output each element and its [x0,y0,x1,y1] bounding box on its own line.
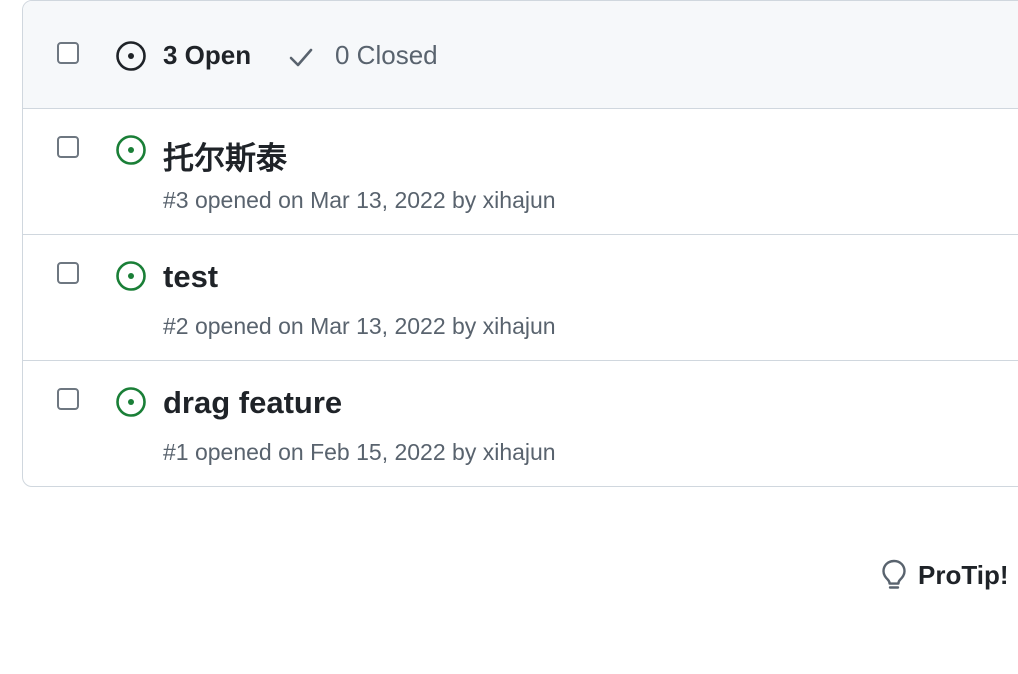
issue-checkbox[interactable] [57,136,79,158]
issue-checkbox[interactable] [57,262,79,284]
closed-issues-tab[interactable]: 0 Closed [335,40,438,71]
protip-label: ProTip! [918,560,1009,590]
issue-row[interactable]: test #2 opened on Mar 13, 2022 by xihaju… [23,235,1018,361]
light-bulb-icon [882,559,906,589]
issue-row[interactable]: drag feature #1 opened on Feb 15, 2022 b… [23,361,1018,486]
select-all-checkbox[interactable] [57,42,79,64]
check-icon [289,48,313,67]
issue-row[interactable]: 托尔斯泰 #3 opened on Mar 13, 2022 by xihaju… [23,109,1018,235]
issues-list-header: 3 Open 0 Closed [23,1,1018,109]
issue-meta: #1 opened on Feb 15, 2022 by xihajun [163,439,556,465]
issue-meta: #2 opened on Mar 13, 2022 by xihajun [163,313,556,339]
open-issues-tab[interactable]: 3 Open [163,40,251,71]
issue-opened-icon [116,387,146,417]
issue-opened-icon [116,41,146,71]
issue-title-link[interactable]: 托尔斯泰 [163,133,287,178]
issue-opened-icon [116,135,146,165]
issues-list-box: 3 Open 0 Closed 托尔斯泰 #3 opened on Mar 13… [22,0,1018,487]
issue-title-link[interactable]: test [163,259,218,295]
issue-checkbox[interactable] [57,388,79,410]
issue-title-link[interactable]: drag feature [163,385,342,421]
issue-meta: #3 opened on Mar 13, 2022 by xihajun [163,187,556,213]
issue-opened-icon [116,261,146,291]
